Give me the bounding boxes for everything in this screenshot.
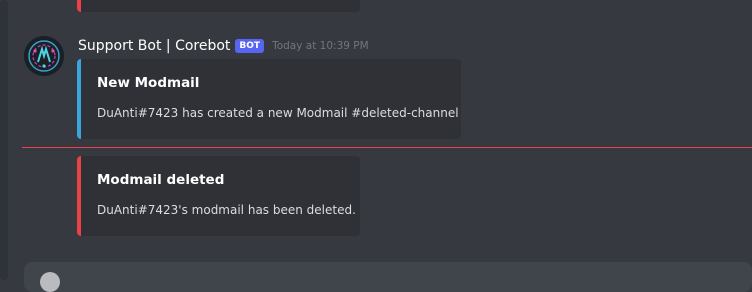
message-input[interactable]: [79, 272, 683, 289]
bot-avatar-icon: [24, 36, 64, 76]
embed-title: New Modmail: [97, 75, 200, 91]
message-composer: [24, 262, 752, 292]
username[interactable]: Support Bot | Corebot: [78, 38, 230, 54]
timestamp[interactable]: Today at 10:39 PM: [272, 40, 369, 52]
scrollbar[interactable]: [0, 0, 8, 280]
embed-description: DuAnti#7423 has created a new Modmail #d…: [97, 106, 459, 120]
add-attachment-icon[interactable]: [40, 272, 60, 292]
avatar[interactable]: [24, 36, 64, 76]
new-messages-divider: [22, 147, 752, 148]
message-header: Support Bot | Corebot BOT Today at 10:39…: [78, 36, 369, 56]
embed-modmail-deleted: Modmail deleted DuAnti#7423's modmail ha…: [77, 156, 360, 236]
embed-title: Modmail deleted: [97, 172, 225, 188]
embed-description: DuAnti#7423's modmail has been deleted.: [97, 203, 356, 217]
embed-new-modmail: New Modmail DuAnti#7423 has created a ne…: [77, 59, 461, 139]
previous-embed: [77, 0, 360, 12]
bot-tag: BOT: [235, 39, 265, 53]
